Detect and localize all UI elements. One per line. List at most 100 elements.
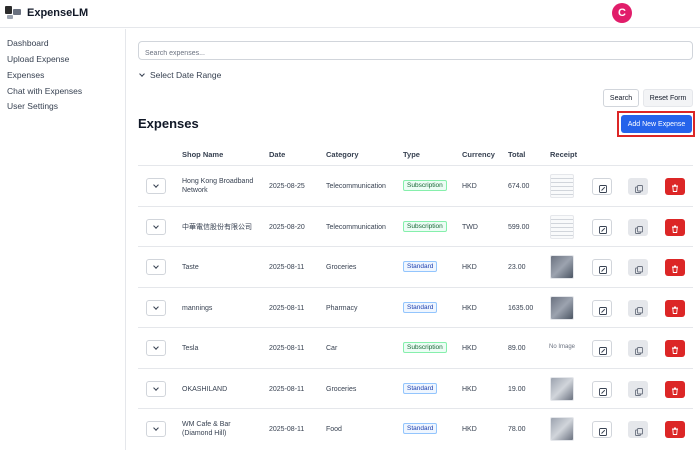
delete-button[interactable]	[665, 219, 685, 236]
cell-total: 78.00	[508, 426, 526, 433]
copy-icon	[634, 223, 644, 234]
copy-icon	[634, 385, 644, 396]
row-divider	[138, 165, 693, 166]
search-button[interactable]: Search	[603, 89, 639, 107]
receipt-thumbnail[interactable]	[550, 296, 574, 320]
cell-category: Food	[326, 426, 342, 433]
cell-category: Pharmacy	[326, 305, 358, 312]
receipt-thumbnail[interactable]	[550, 215, 574, 239]
cell-date: 2025-08-20	[269, 224, 305, 231]
type-badge: Standard	[403, 302, 438, 313]
add-new-expense-button[interactable]: Add New Expense	[621, 115, 692, 133]
search-box	[138, 41, 693, 62]
delete-button[interactable]	[665, 381, 685, 398]
copy-icon	[634, 344, 644, 355]
trash-icon	[670, 424, 680, 435]
chevron-down-icon	[153, 223, 159, 229]
cell-category: Groceries	[326, 264, 357, 271]
sidebar-item-upload-expense[interactable]: Upload Expense	[7, 54, 69, 64]
copy-button[interactable]	[628, 178, 648, 195]
copy-icon	[634, 425, 644, 436]
sidebar-item-dashboard[interactable]: Dashboard	[7, 38, 49, 48]
cell-currency: HKD	[462, 426, 477, 433]
row-expand-button[interactable]	[146, 421, 166, 437]
type-badge: Subscription	[403, 342, 447, 353]
search-input[interactable]	[139, 45, 692, 62]
app-title: ExpenseLM	[27, 7, 89, 19]
copy-button[interactable]	[628, 259, 648, 276]
column-header-total: Total	[508, 150, 526, 159]
type-badge: Standard	[403, 423, 438, 434]
trash-icon	[670, 222, 680, 233]
cell-total: 599.00	[508, 224, 530, 231]
edit-icon	[598, 385, 608, 396]
sidebar-item-chat-with-expenses[interactable]: Chat with Expenses	[7, 86, 82, 96]
copy-button[interactable]	[628, 421, 648, 438]
column-header-currency: Currency	[462, 150, 495, 159]
date-range-toggle[interactable]: Select Date Range	[138, 69, 221, 81]
row-expand-button[interactable]	[146, 300, 166, 316]
copy-button[interactable]	[628, 381, 648, 398]
edit-button[interactable]	[592, 259, 612, 276]
page-title: Expenses	[138, 116, 199, 131]
chevron-down-icon	[153, 344, 159, 350]
receipt-thumbnail[interactable]	[550, 255, 574, 279]
trash-icon	[670, 262, 680, 273]
chevron-down-icon	[153, 304, 159, 310]
trash-icon	[670, 181, 680, 192]
cell-date: 2025-08-11	[269, 264, 305, 271]
row-expand-button[interactable]	[146, 219, 166, 235]
row-expand-button[interactable]	[146, 259, 166, 275]
row-expand-button[interactable]	[146, 340, 166, 356]
edit-button[interactable]	[592, 340, 612, 357]
receipt-thumbnail[interactable]	[550, 174, 574, 198]
cell-total: 23.00	[508, 264, 526, 271]
type-badge: Subscription	[403, 180, 447, 191]
row-expand-button[interactable]	[146, 381, 166, 397]
cell-shop-name: 中華電信股份有限公司	[182, 224, 252, 231]
trash-icon	[670, 343, 680, 354]
top-bar: ExpenseLM C	[0, 0, 700, 28]
delete-button[interactable]	[665, 259, 685, 276]
delete-button[interactable]	[665, 421, 685, 438]
column-header-date: Date	[269, 150, 286, 159]
type-badge: Standard	[403, 261, 438, 272]
cell-shop-name: Hong Kong Broadband Network	[182, 178, 254, 194]
edit-button[interactable]	[592, 300, 612, 317]
copy-icon	[634, 182, 644, 193]
edit-icon	[598, 223, 608, 234]
row-divider	[138, 246, 693, 247]
delete-button[interactable]	[665, 178, 685, 195]
cell-date: 2025-08-11	[269, 305, 305, 312]
user-avatar[interactable]: C	[612, 3, 632, 23]
trash-icon	[670, 384, 680, 395]
row-divider	[138, 368, 693, 369]
copy-button[interactable]	[628, 219, 648, 236]
cell-currency: HKD	[462, 183, 477, 190]
cell-category: Groceries	[326, 386, 357, 393]
type-badge: Subscription	[403, 221, 447, 232]
delete-button[interactable]	[665, 340, 685, 357]
row-divider	[138, 408, 693, 409]
sidebar-item-user-settings[interactable]: User Settings	[7, 101, 58, 111]
cell-category: Car	[326, 345, 338, 352]
copy-button[interactable]	[628, 300, 648, 317]
copy-button[interactable]	[628, 340, 648, 357]
cell-date: 2025-08-11	[269, 386, 305, 393]
cell-total: 19.00	[508, 386, 526, 393]
receipt-thumbnail[interactable]	[550, 377, 574, 401]
edit-icon	[598, 182, 608, 193]
edit-button[interactable]	[592, 178, 612, 195]
delete-button[interactable]	[665, 300, 685, 317]
column-header-type: Type	[403, 150, 420, 159]
receipt-thumbnail[interactable]	[550, 417, 574, 441]
edit-button[interactable]	[592, 421, 612, 438]
edit-button[interactable]	[592, 219, 612, 236]
row-expand-button[interactable]	[146, 178, 166, 194]
cell-category: Telecommunication	[326, 183, 386, 190]
sidebar-item-expenses[interactable]: Expenses	[7, 70, 44, 80]
app-logo	[5, 6, 21, 20]
edit-button[interactable]	[592, 381, 612, 398]
chevron-down-icon	[153, 425, 159, 431]
reset-form-button[interactable]: Reset Form	[643, 89, 693, 107]
